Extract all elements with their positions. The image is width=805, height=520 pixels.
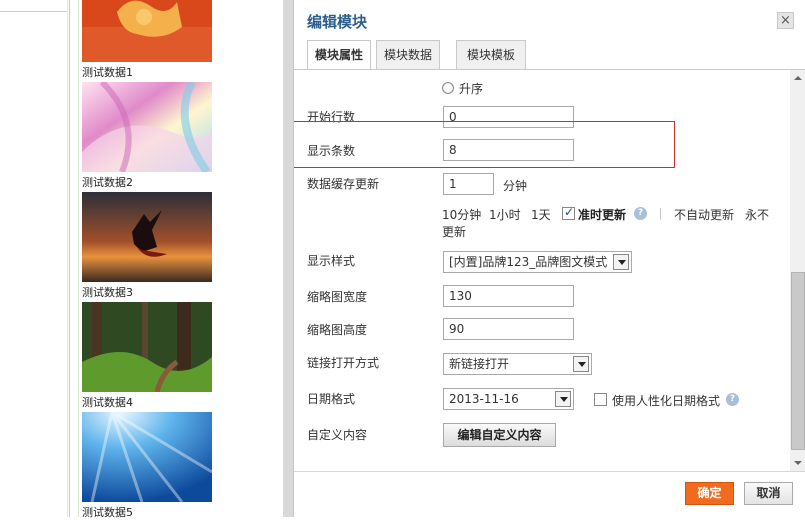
cache-update-label: 数据缓存更新 <box>307 177 380 191</box>
no-auto-update-link[interactable]: 不自动更新 <box>674 206 734 223</box>
background-page: 测试数据1 测试数据2 测试数据3 测试数据4 测试数据5 <box>0 0 283 519</box>
tab-module-template[interactable]: 模块模板 <box>456 40 526 69</box>
dialog-title: 编辑模块 <box>307 13 368 31</box>
humanize-date-label: 使用人性化日期格式 <box>612 394 721 408</box>
preset-1day-link[interactable]: 1天 <box>531 206 551 223</box>
tab-module-data[interactable]: 模块数据 <box>376 40 440 69</box>
divider <box>78 0 79 517</box>
preset-10min-link[interactable]: 10分钟 <box>442 206 481 223</box>
link-open-value: 新链接打开 <box>449 357 510 371</box>
thumbnail-image[interactable] <box>82 82 212 172</box>
divider <box>0 11 68 12</box>
thumb-height-input[interactable]: 90 <box>443 318 574 340</box>
ascending-label: 升序 <box>459 82 484 96</box>
date-format-select[interactable]: 2013-11-16 <box>443 388 574 410</box>
thumbnail-caption: 测试数据4 <box>82 396 133 409</box>
timely-update-checkbox[interactable] <box>562 205 575 220</box>
dialog-footer: 确定 取消 <box>294 471 805 518</box>
cache-minutes-input[interactable]: 1 <box>443 173 494 195</box>
scroll-down-icon[interactable] <box>790 455 805 471</box>
chevron-down-icon[interactable] <box>573 356 589 372</box>
divider <box>69 0 70 517</box>
chevron-down-icon[interactable] <box>613 254 629 270</box>
thumbnail-caption: 测试数据2 <box>82 176 133 189</box>
cancel-button[interactable]: 取消 <box>744 482 793 505</box>
cache-unit: 分钟 <box>503 179 528 193</box>
help-icon[interactable]: ? <box>726 393 739 406</box>
link-open-select[interactable]: 新链接打开 <box>443 353 592 375</box>
ascending-radio[interactable] <box>442 82 454 94</box>
tab-module-properties[interactable]: 模块属性 <box>307 40 371 70</box>
vertical-scrollbar[interactable] <box>790 70 805 471</box>
thumbnail-image[interactable] <box>82 192 212 282</box>
never-update-link-cont[interactable]: 更新 <box>442 223 466 240</box>
date-format-value: 2013-11-16 <box>449 392 519 406</box>
scroll-thumb[interactable] <box>791 272 805 450</box>
thumbnail-image[interactable] <box>82 0 212 62</box>
chevron-down-icon[interactable] <box>555 391 571 407</box>
thumbnail-image[interactable] <box>82 412 212 502</box>
edit-custom-content-button[interactable]: 编辑自定义内容 <box>443 423 556 447</box>
form-scroll-area[interactable]: 升序 开始行数 0 显示条数 8 数据缓存更新 1 分钟 10分钟 1小时 1天… <box>294 70 805 471</box>
never-update-link[interactable]: 永不 <box>745 206 769 223</box>
close-icon[interactable]: × <box>777 12 794 29</box>
scroll-up-icon[interactable] <box>790 70 805 86</box>
thumb-height-label: 缩略图高度 <box>307 323 368 337</box>
divider <box>67 0 68 517</box>
thumbnail-image[interactable] <box>82 302 212 392</box>
link-open-label: 链接打开方式 <box>307 356 380 370</box>
edit-module-dialog: 编辑模块 × 模块属性 模块数据 模块模板 升序 开始行数 0 显示条数 8 数… <box>293 0 805 518</box>
thumb-width-label: 缩略图宽度 <box>307 290 368 304</box>
custom-content-label: 自定义内容 <box>307 428 368 442</box>
thumb-width-input[interactable]: 130 <box>443 285 574 307</box>
help-icon[interactable]: ? <box>634 207 647 220</box>
thumbnail-caption: 测试数据5 <box>82 506 133 519</box>
humanize-date-checkbox[interactable] <box>594 393 607 406</box>
thumbnail-caption: 测试数据1 <box>82 66 133 79</box>
display-style-select[interactable]: [内置]品牌123_品牌图文模式 <box>443 251 632 273</box>
preset-1hour-link[interactable]: 1小时 <box>489 206 521 223</box>
confirm-button[interactable]: 确定 <box>685 482 734 505</box>
divider <box>660 208 661 220</box>
date-format-label: 日期格式 <box>307 392 356 406</box>
highlight-box <box>294 121 675 168</box>
thumbnail-caption: 测试数据3 <box>82 286 133 299</box>
display-style-label: 显示样式 <box>307 254 356 268</box>
display-style-value: [内置]品牌123_品牌图文模式 <box>449 255 608 269</box>
timely-update-label: 准时更新 <box>578 208 627 222</box>
overlay-edge <box>283 0 293 517</box>
